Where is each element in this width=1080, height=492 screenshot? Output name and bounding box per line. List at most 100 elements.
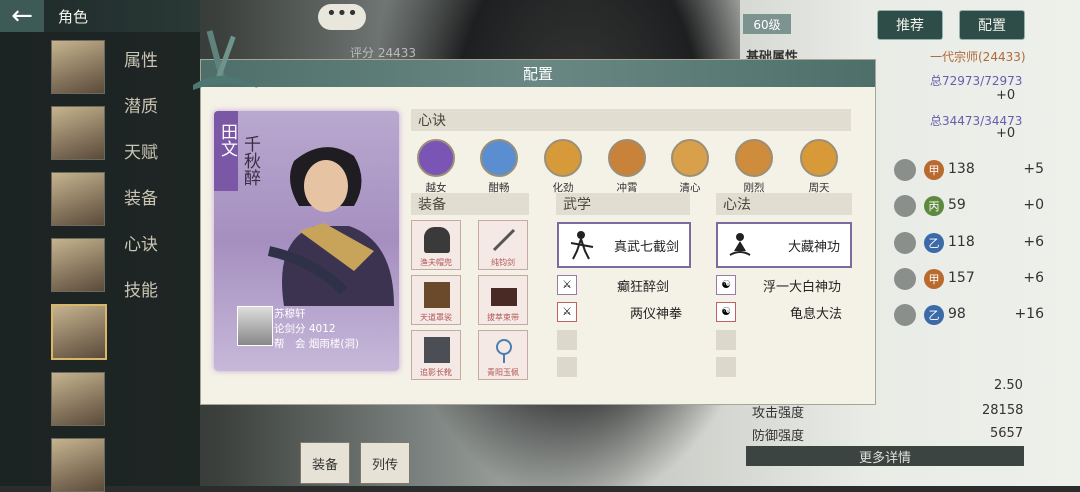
stat-row: 丙 59 +0 (880, 193, 1060, 219)
grade-badge: 乙 (924, 233, 944, 253)
avatar[interactable] (51, 238, 105, 292)
stat-plus: +5 (1023, 161, 1044, 177)
back-button[interactable]: ← (0, 0, 44, 32)
wuxue-sub-label: 癫狂醉剑 (617, 280, 670, 295)
grade-badge: 甲 (924, 269, 944, 289)
xinfa-sub-slot[interactable]: ☯ 龟息大法 (716, 302, 852, 322)
crit-value: 2.50 (994, 378, 1023, 393)
wuxue-main-label: 真武七截剑 (613, 240, 679, 255)
stat-icon (894, 159, 916, 181)
character-name-tag: 田文 (217, 123, 237, 157)
grade-badge: 乙 (924, 305, 944, 325)
config-button[interactable]: 配置 (959, 10, 1025, 40)
xinjue-slot[interactable]: 周天 (797, 139, 841, 195)
sidebar: 属性 潜质 天赋 装备 心诀 技能 (0, 32, 200, 492)
stat-row: 乙 98 +16 (880, 302, 1060, 328)
sidebar-item-potential[interactable]: 潜质 (124, 92, 158, 117)
avatar[interactable] (51, 372, 105, 426)
xinjue-slot[interactable]: 冲霄 (605, 139, 649, 195)
arrow-left-icon: ← (11, 1, 33, 31)
stat-value: 118 (948, 234, 975, 250)
avatar[interactable] (51, 172, 105, 226)
meditation-icon: ☯ (716, 302, 736, 322)
martial-pose-icon: ⚔ (557, 275, 577, 295)
biography-tab-button[interactable]: 列传 (360, 442, 410, 484)
grade-badge: 丙 (924, 196, 944, 216)
sidebar-item-equipment[interactable]: 装备 (124, 184, 158, 209)
empty-slot[interactable] (716, 330, 736, 350)
equipment-label: 青阳玉佩 (487, 368, 519, 377)
level-badge: 60级 (743, 14, 791, 34)
armor-icon (424, 282, 450, 308)
xinjue-icon (800, 139, 838, 177)
xinfa-main-label: 大藏神功 (787, 240, 840, 255)
avatar[interactable] (51, 40, 105, 94)
stat-plus: +16 (1014, 306, 1044, 322)
sidebar-item-attributes[interactable]: 属性 (124, 46, 158, 71)
xinjue-slot[interactable]: 化劲 (541, 139, 585, 195)
empty-slot[interactable] (557, 330, 577, 350)
stat-icon (894, 304, 916, 326)
stat-plus: +6 (1023, 270, 1044, 286)
equip-tab-button[interactable]: 装备 (300, 442, 350, 484)
xinjue-header: 心诀 (411, 109, 851, 131)
mp-plus: +0 (996, 126, 1016, 141)
wuxue-header: 武学 (556, 193, 690, 215)
hood-icon (424, 227, 450, 253)
defense-value: 5657 (990, 426, 1024, 441)
stat-value: 138 (948, 161, 975, 177)
recommend-button[interactable]: 推荐 (877, 10, 943, 40)
modal-title: 配置 (201, 60, 875, 87)
pendant-icon (491, 337, 517, 363)
sidebar-item-talent[interactable]: 天赋 (124, 138, 158, 163)
wuxue-sub-slot[interactable]: ⚔ 两仪神拳 (557, 302, 691, 322)
more-details-button[interactable]: 更多详情 (746, 446, 1024, 466)
empty-slot[interactable] (557, 357, 577, 377)
stat-value: 59 (948, 197, 966, 213)
sidebar-item-skills[interactable]: 技能 (124, 276, 158, 301)
equipment-slot[interactable]: 拔萃束带 (478, 275, 528, 325)
xinjue-icon (671, 139, 709, 177)
wuxue-sub-slot[interactable]: ⚔ 癫狂醉剑 (557, 275, 691, 295)
xinjue-slot[interactable]: 越女 (414, 139, 458, 195)
equipment-slot[interactable]: 纯钧剑 (478, 220, 528, 270)
equipment-slot[interactable]: 青阳玉佩 (478, 330, 528, 380)
hp-plus: +0 (996, 88, 1016, 103)
xinjue-slot[interactable]: 酣畅 (477, 139, 521, 195)
xinfa-main-slot[interactable]: 大藏神功 (716, 222, 852, 268)
top-bar: ← 角色 (0, 0, 200, 32)
more-dots-icon: ••• (326, 3, 358, 24)
wuxue-main-slot[interactable]: 真武七截剑 (557, 222, 691, 268)
avatar-selected[interactable] (51, 304, 107, 360)
belt-icon (491, 288, 517, 306)
avatar[interactable] (51, 106, 105, 160)
equipment-slot[interactable]: 天道罩裟 (411, 275, 461, 325)
xinfa-sub-slot[interactable]: ☯ 浮一大白神功 (716, 275, 852, 295)
stat-icon (894, 232, 916, 254)
stat-plus: +6 (1023, 234, 1044, 250)
hp-value: 总72973/72973 (930, 74, 1023, 88)
stat-row: 乙 118 +6 (880, 230, 1060, 256)
xinjue-slot[interactable]: 刚烈 (732, 139, 776, 195)
attack-value: 28158 (982, 403, 1024, 418)
equipment-slot[interactable]: 追影长靴 (411, 330, 461, 380)
stat-icon (894, 195, 916, 217)
xinfa-header: 心法 (716, 193, 852, 215)
meditation-icon (729, 233, 751, 256)
equipment-header: 装备 (411, 193, 529, 215)
config-modal: 配置 田文 千秋醉 苏穆轩 论剑分 4012 帮 会 烟雨楼(洞) 心诀 越女 … (193, 30, 876, 405)
title-value: 一代宗师(24433) (930, 50, 1026, 64)
sword-score: 论剑分 4012 (274, 323, 336, 335)
wuxue-sub-label: 两仪神拳 (630, 307, 683, 322)
sidebar-item-xinjue[interactable]: 心诀 (124, 230, 158, 255)
xinjue-icon (480, 139, 518, 177)
equipment-slot[interactable]: 渔夫帽兜 (411, 220, 461, 270)
empty-slot[interactable] (716, 357, 736, 377)
xinjue-slot[interactable]: 清心 (668, 139, 712, 195)
player-info: 苏穆轩 论剑分 4012 帮 会 烟雨楼(洞) (237, 306, 397, 366)
avatar[interactable] (51, 438, 105, 492)
chat-button[interactable]: ••• (318, 4, 366, 30)
equipment-label: 追影长靴 (420, 368, 452, 377)
fist-pose-icon: ⚔ (557, 302, 577, 322)
equipment-label: 天道罩裟 (420, 313, 452, 322)
